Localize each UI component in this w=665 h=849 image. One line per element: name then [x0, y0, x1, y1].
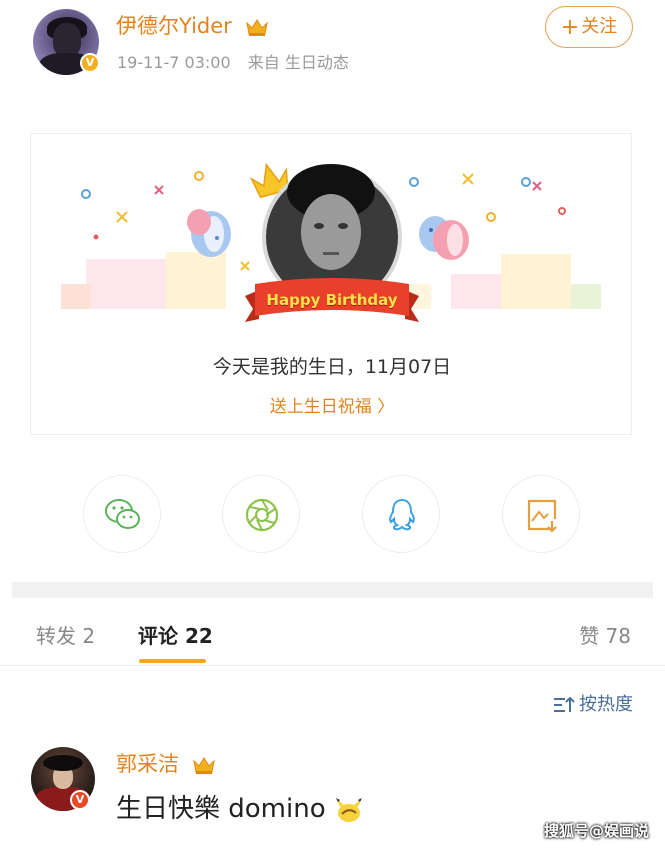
- verified-badge-icon: V: [80, 53, 100, 73]
- share-qq-button[interactable]: [362, 475, 440, 553]
- section-divider: [12, 582, 653, 598]
- active-tab-indicator: [139, 659, 206, 663]
- birthday-message: 今天是我的生日，11月07日: [212, 356, 452, 378]
- tab-comments[interactable]: 评论 22: [138, 620, 213, 649]
- sort-toggle[interactable]: 按热度: [553, 690, 633, 716]
- comment-author[interactable]: 郭采洁: [116, 748, 216, 778]
- pikachu-emoji-icon: [335, 797, 362, 822]
- qq-icon: [389, 498, 415, 531]
- wechat-icon: [105, 499, 140, 529]
- tab-repost[interactable]: 转发 2: [36, 620, 95, 649]
- share-row: [0, 475, 665, 555]
- birthday-card[interactable]: Happy Birthday 今天是我的生日，11月07日 送上生日祝福 〉: [30, 133, 632, 435]
- share-moments-button[interactable]: [222, 475, 300, 553]
- post-header: V 伊德尔Yider 19-11-7 03:00 来自 生日动态 + 关注: [0, 0, 665, 88]
- post-meta: 19-11-7 03:00 来自 生日动态: [117, 49, 361, 73]
- follow-button[interactable]: + 关注: [545, 6, 633, 48]
- username-text[interactable]: 伊德尔Yider: [116, 14, 232, 38]
- watermark: 搜狐号@娱画说: [543, 822, 649, 840]
- comment-author-text[interactable]: 郭采洁: [116, 752, 179, 776]
- interaction-tabs: 转发 2 评论 22 赞 78: [0, 600, 665, 666]
- crown-icon: [192, 757, 215, 774]
- sort-icon: [554, 696, 575, 712]
- comment-text: 生日快樂 domino: [116, 788, 364, 825]
- post-username[interactable]: 伊德尔Yider: [116, 10, 269, 40]
- tab-likes[interactable]: 赞 78: [579, 620, 631, 649]
- post-time: 19-11-7 03:00: [117, 53, 231, 72]
- share-save-image-button[interactable]: [502, 475, 580, 553]
- moments-icon: [245, 498, 279, 532]
- save-image-icon: [527, 499, 557, 533]
- birthday-wish-link[interactable]: 送上生日祝福 〉: [31, 392, 633, 417]
- crown-icon: [245, 19, 268, 36]
- share-wechat-button[interactable]: [83, 475, 161, 553]
- plus-icon: +: [560, 15, 580, 40]
- birthday-banner-text: Happy Birthday: [266, 291, 398, 309]
- comment-verified-badge-icon: V: [70, 790, 90, 810]
- follow-label: 关注: [581, 16, 618, 37]
- comment-text-content: 生日快樂 domino: [116, 794, 326, 824]
- sort-label: 按热度: [579, 694, 633, 715]
- post-source[interactable]: 来自 生日动态: [248, 53, 349, 72]
- birthday-illustration: [61, 162, 601, 322]
